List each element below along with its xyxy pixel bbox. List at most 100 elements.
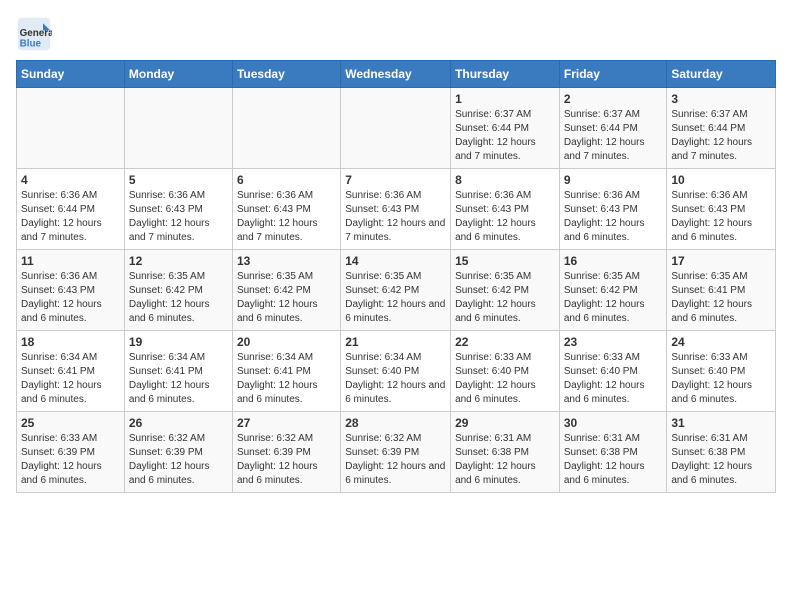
- day-info: Sunrise: 6:37 AM Sunset: 6:44 PM Dayligh…: [455, 108, 555, 164]
- calendar-cell: 6 Sunrise: 6:36 AM Sunset: 6:43 PM Daylig…: [232, 169, 340, 250]
- day-number: 17: [671, 254, 771, 268]
- day-number: 18: [21, 335, 120, 349]
- day-number: 24: [671, 335, 771, 349]
- header-monday: Monday: [124, 61, 232, 88]
- calendar-cell: 7 Sunrise: 6:36 AM Sunset: 6:43 PM Daylig…: [341, 169, 451, 250]
- calendar-cell: [341, 88, 451, 169]
- day-number: 20: [237, 335, 336, 349]
- day-info: Sunrise: 6:33 AM Sunset: 6:39 PM Dayligh…: [21, 432, 120, 488]
- calendar-body: 1 Sunrise: 6:37 AM Sunset: 6:44 PM Daylig…: [17, 88, 776, 493]
- calendar-cell: 30Sunrise: 6:31 AM Sunset: 6:38 PM Dayli…: [559, 412, 667, 493]
- calendar-cell: 4 Sunrise: 6:36 AM Sunset: 6:44 PM Daylig…: [17, 169, 125, 250]
- calendar-cell: 14Sunrise: 6:35 AM Sunset: 6:42 PM Dayli…: [341, 250, 451, 331]
- day-info: Sunrise: 6:34 AM Sunset: 6:41 PM Dayligh…: [237, 351, 336, 407]
- calendar-cell: 25Sunrise: 6:33 AM Sunset: 6:39 PM Dayli…: [17, 412, 125, 493]
- day-number: 6: [237, 173, 336, 187]
- calendar-week-5: 25Sunrise: 6:33 AM Sunset: 6:39 PM Dayli…: [17, 412, 776, 493]
- day-info: Sunrise: 6:34 AM Sunset: 6:41 PM Dayligh…: [21, 351, 120, 407]
- calendar-cell: [232, 88, 340, 169]
- calendar-week-4: 18 Sunrise: 6:34 AM Sunset: 6:41 PM Dayli…: [17, 331, 776, 412]
- calendar-cell: 22 Sunrise: 6:33 AM Sunset: 6:40 PM Dayli…: [451, 331, 560, 412]
- header-thursday: Thursday: [451, 61, 560, 88]
- day-number: 5: [129, 173, 228, 187]
- day-info: Sunrise: 6:35 AM Sunset: 6:42 PM Dayligh…: [129, 270, 228, 326]
- svg-text:Blue: Blue: [20, 39, 42, 50]
- day-info: Sunrise: 6:36 AM Sunset: 6:43 PM Dayligh…: [129, 189, 228, 245]
- day-info: Sunrise: 6:36 AM Sunset: 6:43 PM Dayligh…: [345, 189, 446, 245]
- day-number: 9: [564, 173, 663, 187]
- logo: General Blue: [16, 16, 56, 52]
- day-info: Sunrise: 6:35 AM Sunset: 6:42 PM Dayligh…: [564, 270, 663, 326]
- page-header: General Blue: [16, 16, 776, 52]
- day-info: Sunrise: 6:32 AM Sunset: 6:39 PM Dayligh…: [129, 432, 228, 488]
- calendar-cell: 26 Sunrise: 6:32 AM Sunset: 6:39 PM Dayli…: [124, 412, 232, 493]
- day-info: Sunrise: 6:32 AM Sunset: 6:39 PM Dayligh…: [237, 432, 336, 488]
- header-sunday: Sunday: [17, 61, 125, 88]
- calendar-cell: 10Sunrise: 6:36 AM Sunset: 6:43 PM Dayli…: [667, 169, 776, 250]
- day-info: Sunrise: 6:36 AM Sunset: 6:43 PM Dayligh…: [564, 189, 663, 245]
- calendar-cell: [124, 88, 232, 169]
- day-number: 26: [129, 416, 228, 430]
- calendar-cell: 17 Sunrise: 6:35 AM Sunset: 6:41 PM Dayli…: [667, 250, 776, 331]
- day-info: Sunrise: 6:35 AM Sunset: 6:42 PM Dayligh…: [237, 270, 336, 326]
- day-number: 1: [455, 92, 555, 106]
- calendar-cell: 3 Sunrise: 6:37 AM Sunset: 6:44 PM Daylig…: [667, 88, 776, 169]
- day-number: 22: [455, 335, 555, 349]
- day-number: 15: [455, 254, 555, 268]
- day-number: 29: [455, 416, 555, 430]
- day-info: Sunrise: 6:35 AM Sunset: 6:41 PM Dayligh…: [671, 270, 771, 326]
- calendar-cell: 12 Sunrise: 6:35 AM Sunset: 6:42 PM Dayli…: [124, 250, 232, 331]
- calendar-cell: 27Sunrise: 6:32 AM Sunset: 6:39 PM Dayli…: [232, 412, 340, 493]
- calendar-cell: 8Sunrise: 6:36 AM Sunset: 6:43 PM Daylig…: [451, 169, 560, 250]
- logo-icon: General Blue: [16, 16, 52, 52]
- day-info: Sunrise: 6:36 AM Sunset: 6:43 PM Dayligh…: [671, 189, 771, 245]
- calendar-header: SundayMondayTuesdayWednesdayThursdayFrid…: [17, 61, 776, 88]
- calendar-cell: 16Sunrise: 6:35 AM Sunset: 6:42 PM Dayli…: [559, 250, 667, 331]
- day-info: Sunrise: 6:36 AM Sunset: 6:43 PM Dayligh…: [237, 189, 336, 245]
- calendar-cell: 11 Sunrise: 6:36 AM Sunset: 6:43 PM Dayli…: [17, 250, 125, 331]
- header-friday: Friday: [559, 61, 667, 88]
- day-number: 14: [345, 254, 446, 268]
- day-number: 11: [21, 254, 120, 268]
- calendar-cell: 9 Sunrise: 6:36 AM Sunset: 6:43 PM Daylig…: [559, 169, 667, 250]
- calendar-cell: 23 Sunrise: 6:33 AM Sunset: 6:40 PM Dayli…: [559, 331, 667, 412]
- header-wednesday: Wednesday: [341, 61, 451, 88]
- day-number: 12: [129, 254, 228, 268]
- day-number: 7: [345, 173, 446, 187]
- day-info: Sunrise: 6:33 AM Sunset: 6:40 PM Dayligh…: [564, 351, 663, 407]
- day-number: 4: [21, 173, 120, 187]
- day-number: 21: [345, 335, 446, 349]
- day-info: Sunrise: 6:33 AM Sunset: 6:40 PM Dayligh…: [455, 351, 555, 407]
- day-number: 8: [455, 173, 555, 187]
- day-number: 30: [564, 416, 663, 430]
- calendar-cell: 2 Sunrise: 6:37 AM Sunset: 6:44 PM Daylig…: [559, 88, 667, 169]
- day-info: Sunrise: 6:33 AM Sunset: 6:40 PM Dayligh…: [671, 351, 771, 407]
- header-tuesday: Tuesday: [232, 61, 340, 88]
- calendar-week-1: 1 Sunrise: 6:37 AM Sunset: 6:44 PM Daylig…: [17, 88, 776, 169]
- day-info: Sunrise: 6:36 AM Sunset: 6:43 PM Dayligh…: [21, 270, 120, 326]
- day-number: 28: [345, 416, 446, 430]
- day-info: Sunrise: 6:32 AM Sunset: 6:39 PM Dayligh…: [345, 432, 446, 488]
- calendar-cell: 19Sunrise: 6:34 AM Sunset: 6:41 PM Dayli…: [124, 331, 232, 412]
- calendar-week-2: 4 Sunrise: 6:36 AM Sunset: 6:44 PM Daylig…: [17, 169, 776, 250]
- calendar-cell: 15 Sunrise: 6:35 AM Sunset: 6:42 PM Dayli…: [451, 250, 560, 331]
- calendar-table: SundayMondayTuesdayWednesdayThursdayFrid…: [16, 60, 776, 493]
- day-info: Sunrise: 6:37 AM Sunset: 6:44 PM Dayligh…: [671, 108, 771, 164]
- calendar-cell: 20 Sunrise: 6:34 AM Sunset: 6:41 PM Dayli…: [232, 331, 340, 412]
- calendar-cell: 13 Sunrise: 6:35 AM Sunset: 6:42 PM Dayli…: [232, 250, 340, 331]
- calendar-cell: 28 Sunrise: 6:32 AM Sunset: 6:39 PM Dayli…: [341, 412, 451, 493]
- day-number: 23: [564, 335, 663, 349]
- day-info: Sunrise: 6:34 AM Sunset: 6:40 PM Dayligh…: [345, 351, 446, 407]
- day-number: 31: [671, 416, 771, 430]
- day-info: Sunrise: 6:34 AM Sunset: 6:41 PM Dayligh…: [129, 351, 228, 407]
- day-info: Sunrise: 6:37 AM Sunset: 6:44 PM Dayligh…: [564, 108, 663, 164]
- day-info: Sunrise: 6:35 AM Sunset: 6:42 PM Dayligh…: [455, 270, 555, 326]
- calendar-cell: 21 Sunrise: 6:34 AM Sunset: 6:40 PM Dayli…: [341, 331, 451, 412]
- day-info: Sunrise: 6:36 AM Sunset: 6:44 PM Dayligh…: [21, 189, 120, 245]
- day-number: 3: [671, 92, 771, 106]
- day-number: 13: [237, 254, 336, 268]
- day-number: 2: [564, 92, 663, 106]
- header-saturday: Saturday: [667, 61, 776, 88]
- header-row: SundayMondayTuesdayWednesdayThursdayFrid…: [17, 61, 776, 88]
- calendar-cell: [17, 88, 125, 169]
